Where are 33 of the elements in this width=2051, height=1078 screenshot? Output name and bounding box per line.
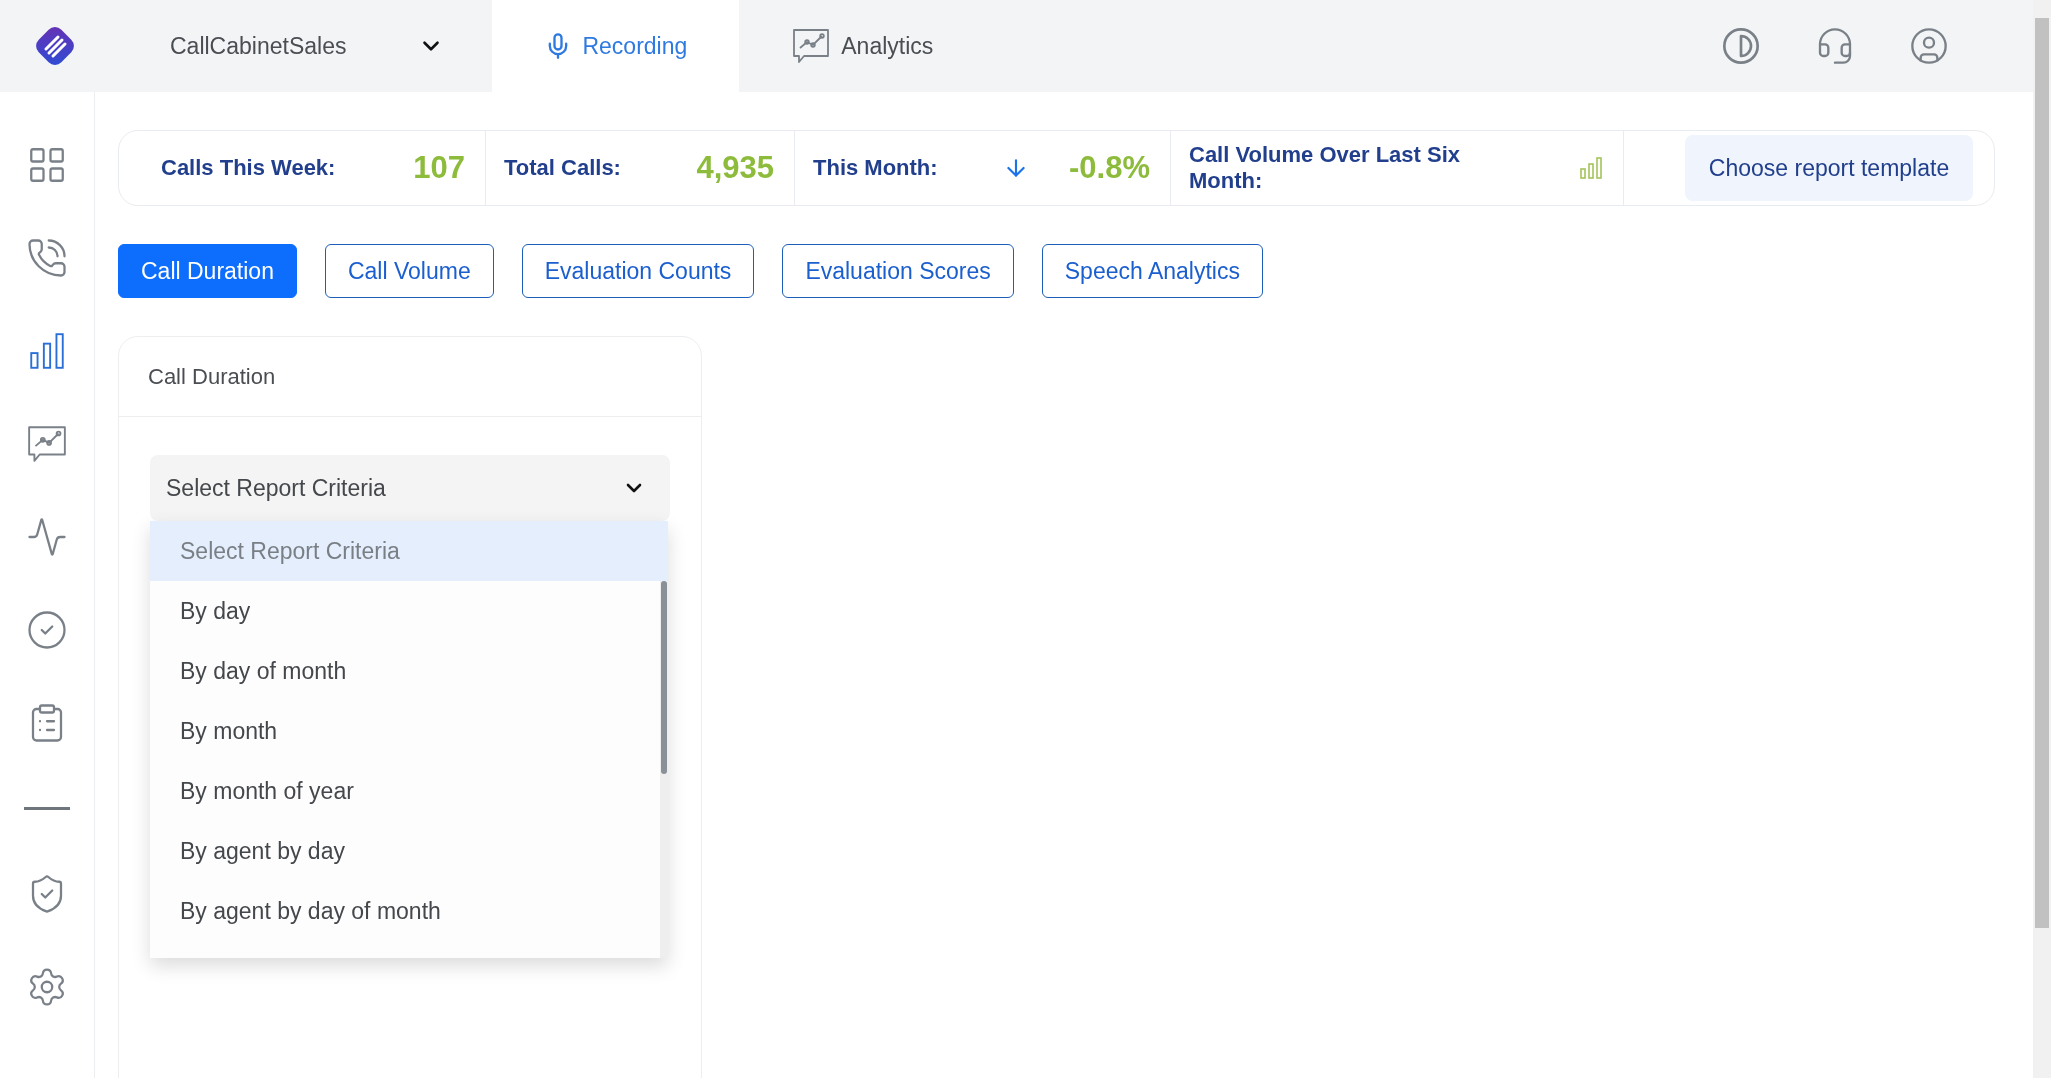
dropdown-option[interactable]: By month of year xyxy=(150,761,660,821)
dropdown-option[interactable]: By agent by day of month xyxy=(150,881,660,941)
scrollbar[interactable] xyxy=(660,581,668,958)
stat-label: Call Volume Over Last Six Month: xyxy=(1189,141,1462,195)
phone-call-icon[interactable] xyxy=(26,236,68,279)
dropdown-option[interactable]: By month xyxy=(150,701,660,761)
dropdown-option[interactable]: By agent by day xyxy=(150,821,660,881)
stat-value: 4,935 xyxy=(696,150,774,186)
scrollbar[interactable] xyxy=(2033,0,2051,1078)
stat-label: This Month: xyxy=(813,154,938,182)
choose-template-button[interactable]: Choose report template xyxy=(1684,135,1974,201)
nav-tab[interactable]: Analytics xyxy=(739,0,986,92)
stat-value: 107 xyxy=(413,150,465,186)
criteria-select[interactable]: Select Report Criteria xyxy=(150,455,670,521)
contrast-icon[interactable] xyxy=(1721,26,1761,66)
report-tab[interactable]: Evaluation Scores xyxy=(782,244,1014,298)
workspace-selector[interactable]: CallCabinetSales xyxy=(110,0,493,92)
user-icon[interactable] xyxy=(1909,26,1949,66)
pulse-icon[interactable] xyxy=(26,515,68,558)
check-circle-icon[interactable] xyxy=(26,608,68,651)
dropdown-option[interactable]: By day of month xyxy=(150,641,660,701)
stat-value: -0.8% xyxy=(1069,150,1150,186)
card-title: Call Duration xyxy=(148,363,276,390)
report-tab[interactable]: Call Duration xyxy=(118,244,297,298)
nav-tab[interactable]: Recording xyxy=(492,0,740,92)
report-tab[interactable]: Evaluation Counts xyxy=(521,244,755,298)
dropdown-option[interactable]: By day xyxy=(150,581,660,641)
bar-chart-icon xyxy=(1579,156,1603,180)
chart-bubble-icon xyxy=(791,26,832,66)
report-tab[interactable]: Call Volume xyxy=(324,244,494,298)
report-tab[interactable]: Speech Analytics xyxy=(1041,244,1263,298)
stat-label: Calls This Week: xyxy=(161,154,336,182)
stat-label: Total Calls: xyxy=(504,154,621,182)
